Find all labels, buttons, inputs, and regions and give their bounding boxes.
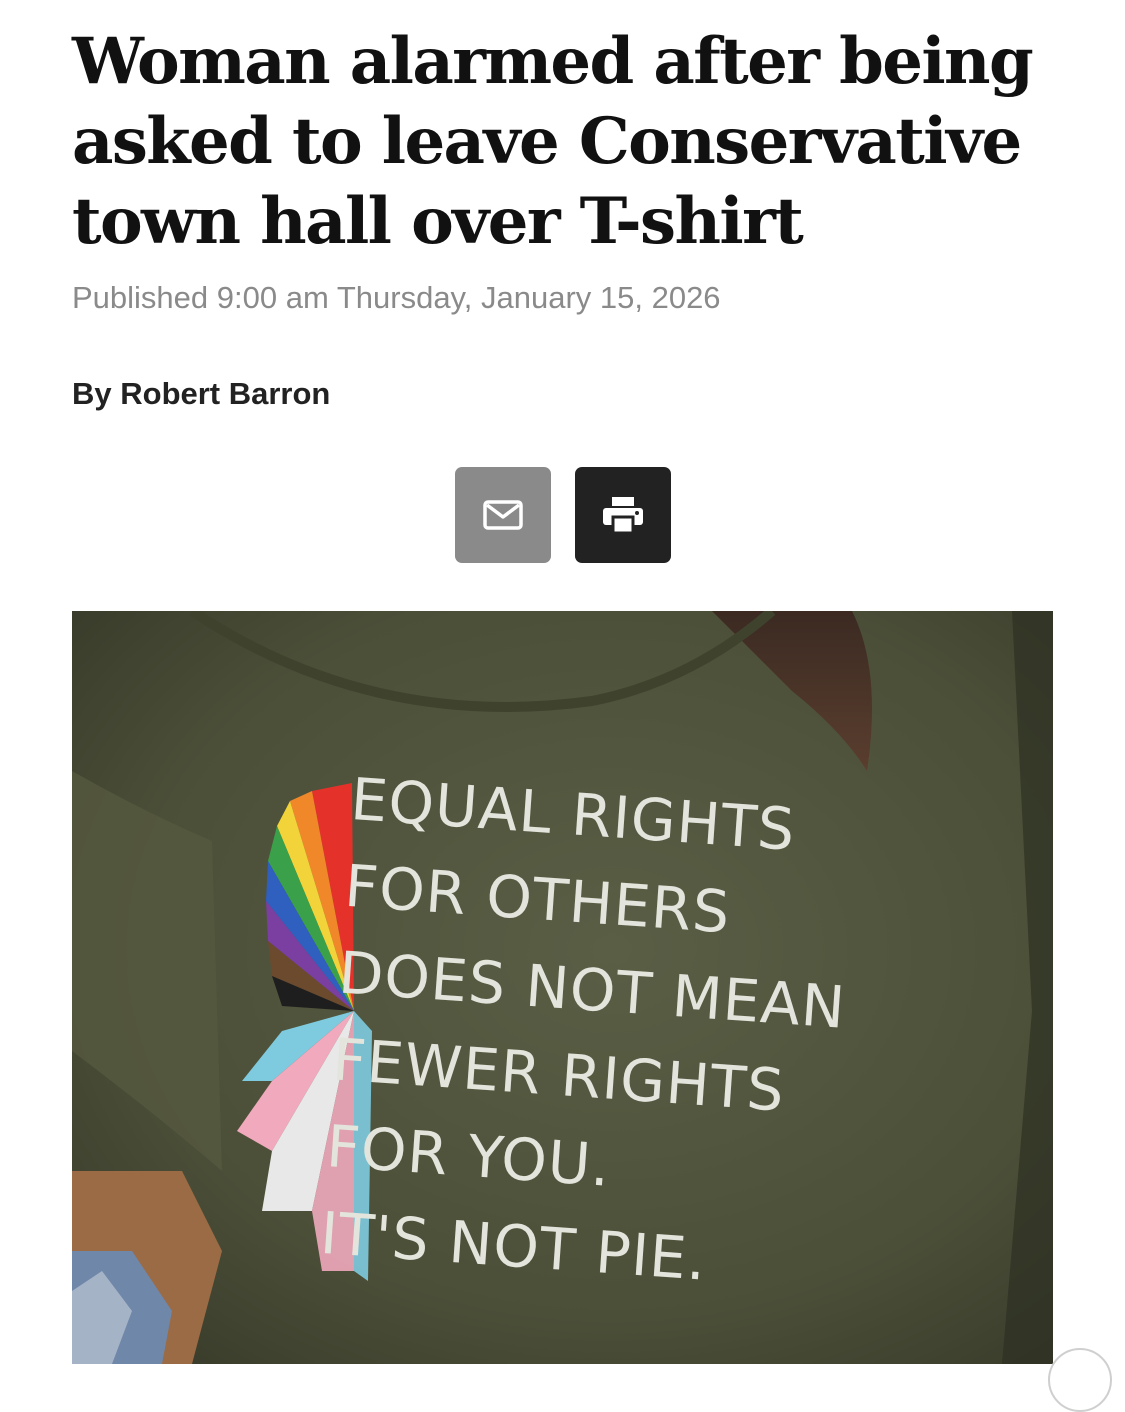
byline: By Robert Barron bbox=[72, 376, 331, 411]
print-button[interactable] bbox=[575, 467, 671, 563]
tshirt-slogan: EQUAL RIGHTS FOR OTHERS DOES NOT MEAN FE… bbox=[318, 756, 861, 1312]
article-photo: EQUAL RIGHTS FOR OTHERS DOES NOT MEAN FE… bbox=[72, 611, 1053, 1364]
envelope-icon bbox=[483, 500, 523, 530]
headline: Woman alarmed after being asked to leave… bbox=[72, 24, 1034, 259]
floating-action-button[interactable] bbox=[1048, 1348, 1112, 1412]
printer-icon bbox=[603, 497, 643, 534]
email-share-button[interactable] bbox=[455, 467, 551, 563]
published-date: Published 9:00 am Thursday, January 15, … bbox=[72, 280, 721, 315]
